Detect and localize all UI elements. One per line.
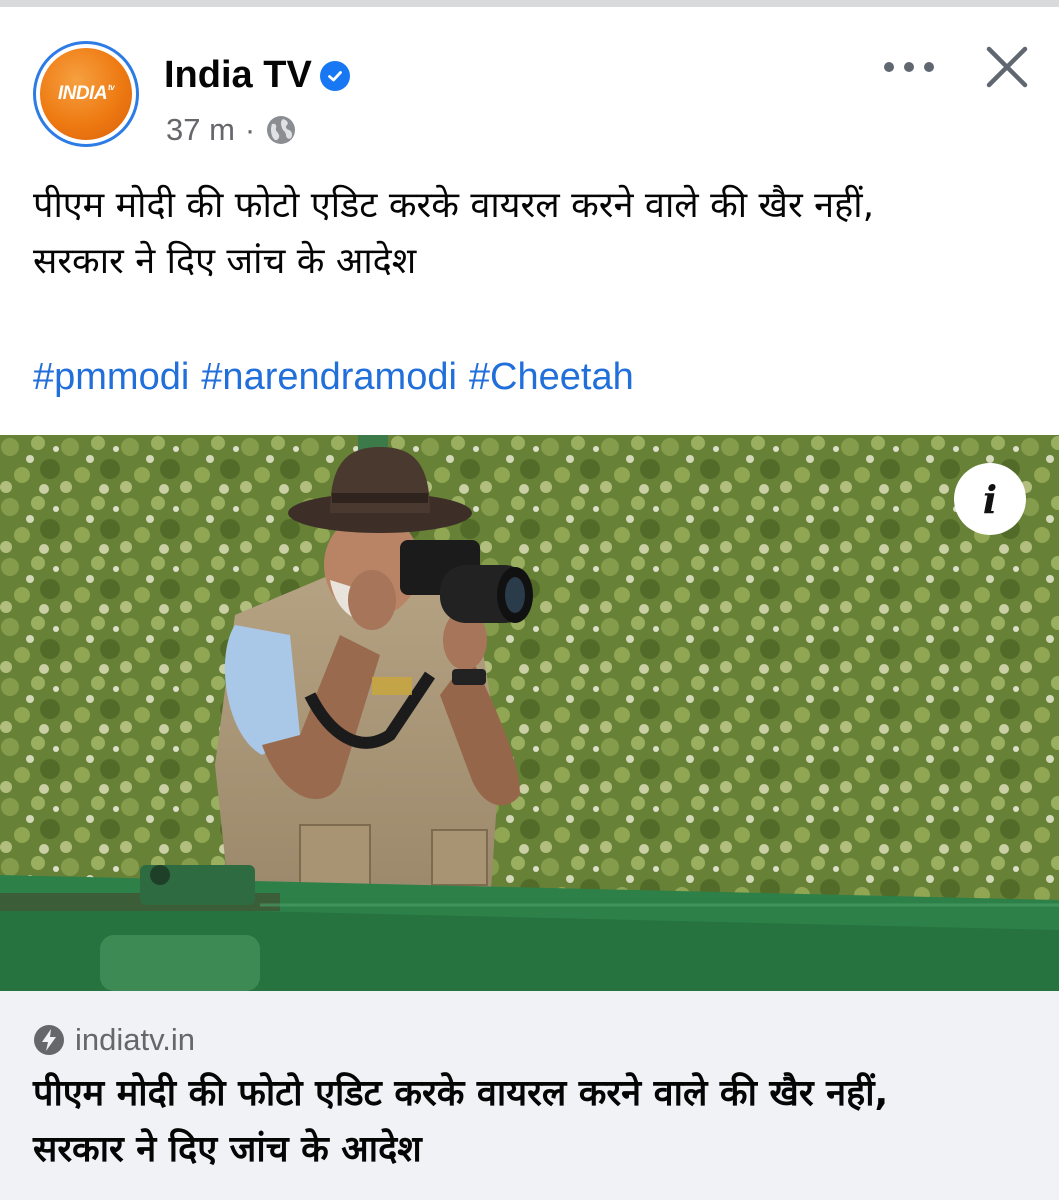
post-text-line-1: पीएम मोदी की फोटो एडिट करके वायरल करने व… <box>33 185 875 226</box>
post-time[interactable]: 37 m <box>166 112 235 148</box>
hashtag-pmmodi[interactable]: #pmmodi <box>33 356 189 399</box>
verified-badge-icon <box>319 60 350 91</box>
info-icon: i <box>982 476 998 522</box>
page-name[interactable]: India TV <box>164 54 350 97</box>
india-tv-logo: INDIAtv <box>40 48 132 140</box>
info-button[interactable]: i <box>954 463 1026 535</box>
page-name-label[interactable]: India TV <box>164 54 312 97</box>
link-domain: indiatv.in <box>75 1022 196 1057</box>
more-options-button[interactable] <box>884 52 934 82</box>
top-divider <box>0 0 1059 7</box>
meta-separator: · <box>244 112 256 147</box>
close-icon <box>986 46 1028 88</box>
post-meta: 37 m · <box>166 112 297 148</box>
post-photo[interactable] <box>0 435 1059 991</box>
hashtag-narendramodi[interactable]: #narendramodi <box>201 356 457 399</box>
link-title-line-2: सरकार ने दिए जांच के आदेश <box>33 1129 422 1170</box>
link-title[interactable]: पीएम मोदी की फोटो एडिट करके वायरल करने व… <box>33 1066 1033 1178</box>
post-text-line-2: सरकार ने दिए जांच के आदेश <box>33 241 417 282</box>
logo-text: INDIAtv <box>57 83 115 104</box>
hashtag-cheetah[interactable]: #Cheetah <box>469 356 634 399</box>
post-text: पीएम मोदी की फोटो एडिट करके वायरल करने व… <box>33 178 1033 290</box>
page-avatar[interactable]: INDIAtv <box>33 41 139 147</box>
hashtags: #pmmodi #narendramodi #Cheetah <box>33 356 1033 399</box>
link-title-line-1: पीएम मोदी की फोटो एडिट करके वायरल करने व… <box>33 1073 889 1114</box>
link-domain-row: indiatv.in <box>33 1022 195 1058</box>
bolt-icon <box>34 1025 64 1055</box>
photo-illustration <box>0 435 1059 991</box>
globe-icon <box>265 114 297 146</box>
more-horizontal-icon <box>884 62 894 72</box>
close-button[interactable] <box>984 44 1030 90</box>
